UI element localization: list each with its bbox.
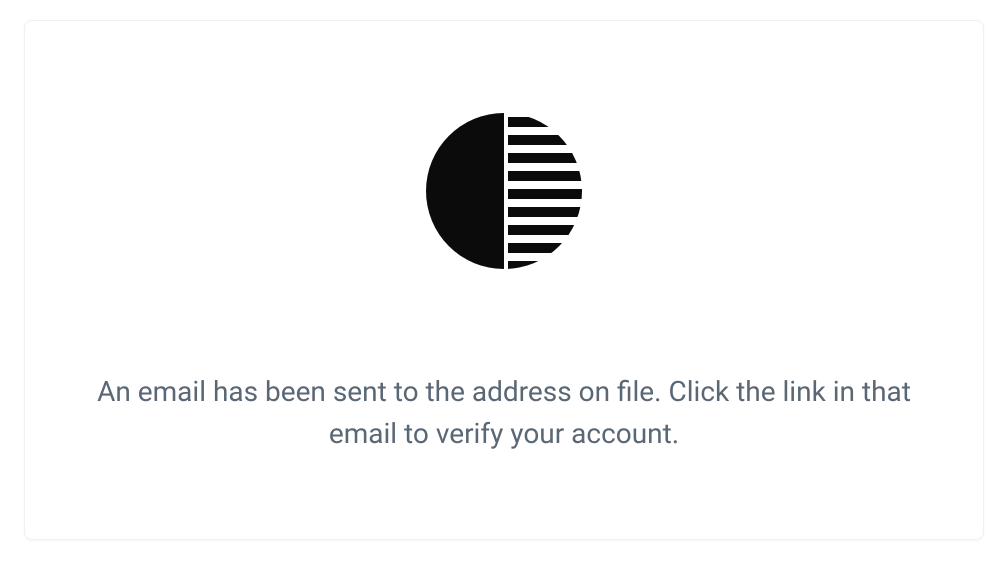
brand-logo-icon — [424, 111, 584, 271]
verification-message: An email has been sent to the address on… — [85, 371, 923, 455]
verification-card: An email has been sent to the address on… — [24, 20, 984, 540]
